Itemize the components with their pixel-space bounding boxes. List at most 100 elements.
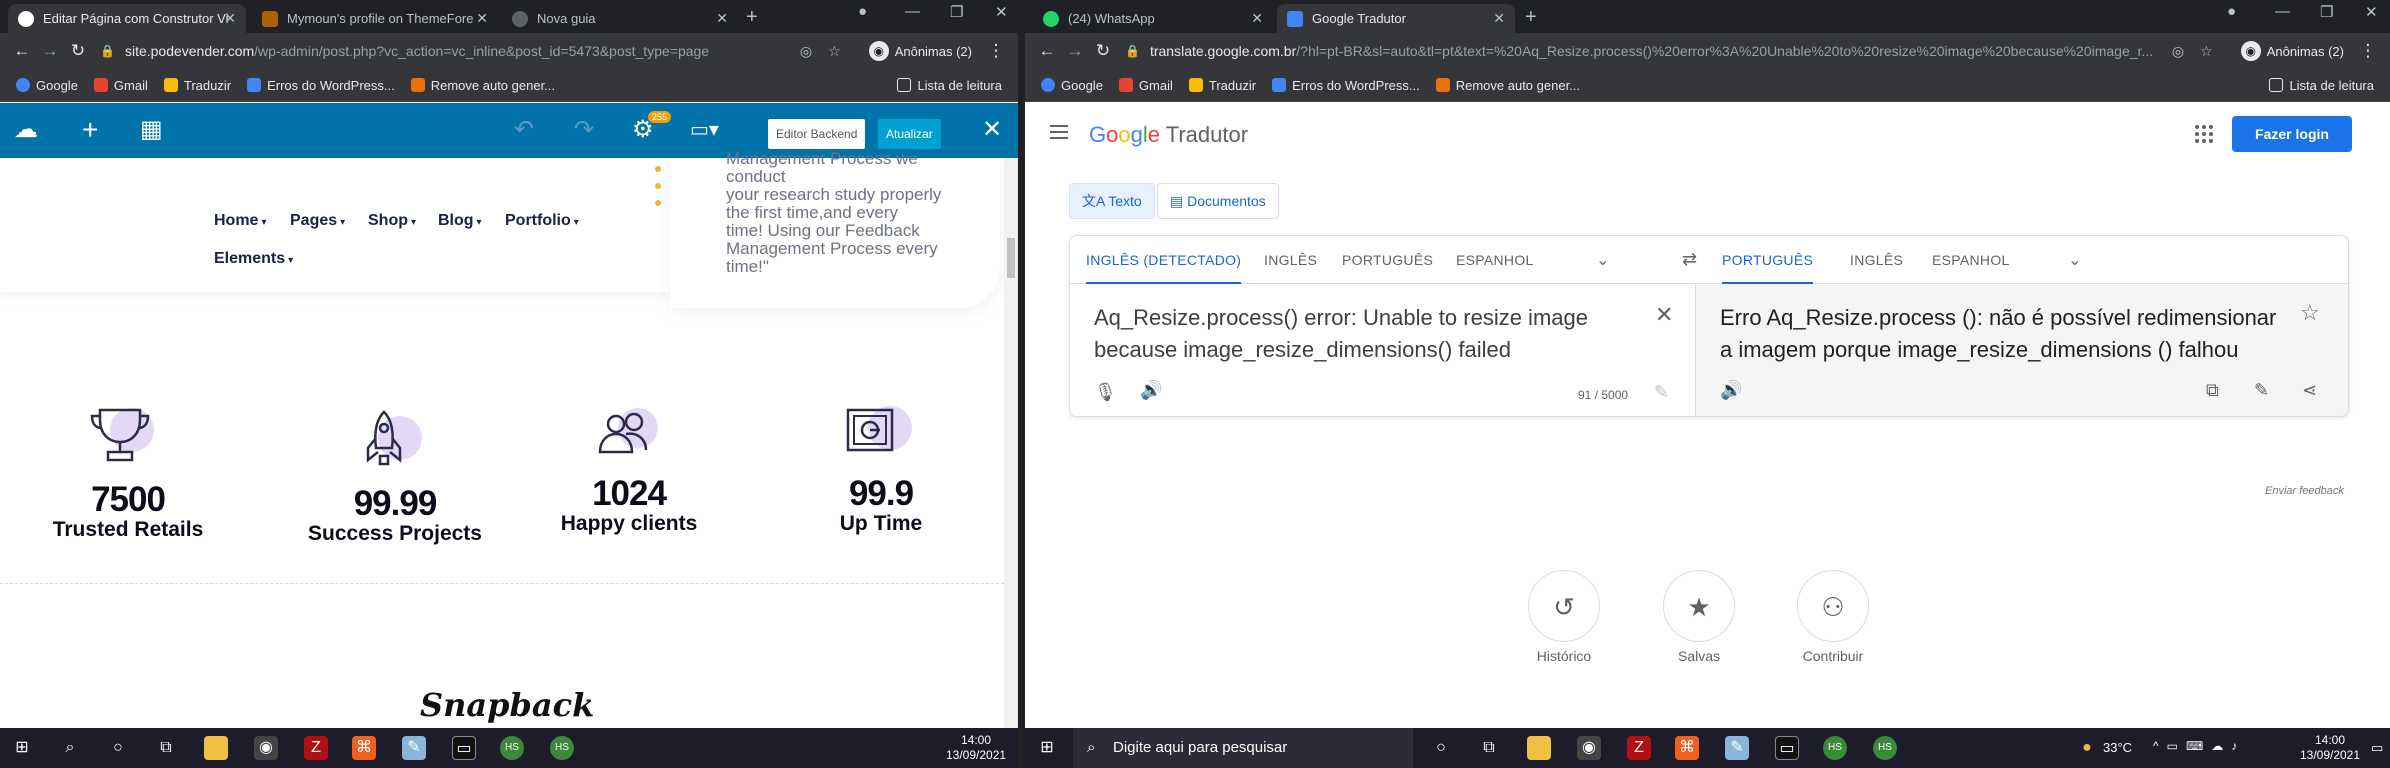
profile-button[interactable]: ◉ Anônimas (2) xyxy=(859,41,982,61)
templates-icon[interactable]: ▦ xyxy=(140,117,163,143)
xampp-icon[interactable]: ⌘ xyxy=(1675,736,1699,760)
close-window-button[interactable]: ✕ xyxy=(2365,3,2378,21)
target-lang-english[interactable]: INGLÊS xyxy=(1850,236,1903,284)
save-translation-star-icon[interactable]: ☆ xyxy=(2300,300,2320,326)
windows-start-icon[interactable]: ⊞ xyxy=(1035,736,1059,760)
google-apps-icon[interactable] xyxy=(2195,125,2213,143)
bookmark-remove-auto[interactable]: Remove auto gener... xyxy=(1435,78,1580,93)
new-tab-button[interactable]: + xyxy=(746,6,758,29)
target-lang-spanish[interactable]: ESPANHOL xyxy=(1932,236,2010,284)
contribute-button[interactable]: ⚇ Contribuir xyxy=(1797,570,1869,664)
editor-backend-button[interactable]: Editor Backend xyxy=(768,119,866,149)
back-button[interactable]: ← xyxy=(8,41,36,61)
menu-home[interactable]: Home ▾ xyxy=(214,212,266,230)
close-editor-icon[interactable]: ✕ xyxy=(982,117,1002,143)
weather-sun-icon[interactable]: ● xyxy=(2075,736,2099,760)
more-menu-icon[interactable]: ⋮ xyxy=(2354,41,2382,61)
address-bar[interactable]: 🔒 translate.google.com.br /?hl=pt-BR&sl=… xyxy=(1125,37,2223,65)
saved-button[interactable]: ★ Salvas xyxy=(1663,570,1735,664)
hs-app-icon-2[interactable]: HS xyxy=(550,736,574,760)
temperature[interactable]: 33°C xyxy=(2103,740,2132,755)
system-tray-icons[interactable]: ^▭⌨☁♪ xyxy=(2153,739,2245,753)
bookmark-google[interactable]: Google xyxy=(16,78,78,93)
minimize-button[interactable]: — xyxy=(905,3,920,20)
responsive-device-icon[interactable]: ▭▾ xyxy=(690,117,719,143)
xampp-icon[interactable]: ⌘ xyxy=(352,736,376,760)
scrollbar-thumb[interactable] xyxy=(1007,238,1015,278)
source-lang-spanish[interactable]: ESPANHOL xyxy=(1456,236,1534,284)
tab-editar-pagina[interactable]: Editar Página com Construtor Vi ✕ xyxy=(8,4,246,33)
source-lang-portuguese[interactable]: PORTUGUÊS xyxy=(1342,236,1433,284)
minimize-button[interactable]: — xyxy=(2275,3,2290,20)
maximize-button[interactable]: ❐ xyxy=(950,3,963,21)
menu-shop[interactable]: Shop ▾ xyxy=(368,212,416,230)
bookmark-remove-auto[interactable]: Remove auto gener... xyxy=(410,78,555,93)
bookmark-star-icon[interactable]: ☆ xyxy=(2200,43,2213,60)
redo-icon[interactable]: ↷ xyxy=(574,117,594,143)
share-icon[interactable]: ⋖ xyxy=(2302,380,2317,401)
add-element-icon[interactable]: + xyxy=(82,116,98,144)
hs-app-icon[interactable]: HS xyxy=(1823,736,1847,760)
filezilla-icon[interactable]: Z xyxy=(1627,736,1651,760)
search-icon[interactable]: ⌕ xyxy=(58,736,82,760)
bookmark-traduzir[interactable]: Traduzir xyxy=(163,78,231,93)
google-translate-logo[interactable]: Google Tradutor xyxy=(1089,122,1248,148)
cortana-icon[interactable]: ○ xyxy=(1429,736,1453,760)
file-explorer-icon[interactable] xyxy=(1527,736,1551,760)
filezilla-icon[interactable]: Z xyxy=(304,736,328,760)
page-scrollbar[interactable] xyxy=(1004,158,1018,728)
menu-portfolio[interactable]: Portfolio ▾ xyxy=(505,212,579,230)
reload-button[interactable]: ↻ xyxy=(1089,41,1117,61)
more-menu-icon[interactable]: ⋮ xyxy=(982,41,1010,61)
windows-start-icon[interactable]: ⊞ xyxy=(10,736,34,760)
terminal-icon[interactable]: ▭ xyxy=(1775,736,1799,760)
undo-icon[interactable]: ↶ xyxy=(514,117,534,143)
hamburger-menu-icon[interactable] xyxy=(1050,125,1068,139)
tab-themeforest[interactable]: Mymoun's profile on ThemeFore ✕ xyxy=(252,4,498,33)
forward-button[interactable]: → xyxy=(36,41,64,61)
new-tab-button[interactable]: + xyxy=(1525,6,1537,29)
login-button[interactable]: Fazer login xyxy=(2232,116,2352,152)
close-tab-icon[interactable]: ✕ xyxy=(716,10,728,27)
update-button[interactable]: Atualizar xyxy=(878,119,941,149)
hs-app-icon-2[interactable]: HS xyxy=(1873,736,1897,760)
source-lang-detected[interactable]: INGLÊS (DETECTADO) xyxy=(1086,236,1242,284)
close-tab-icon[interactable]: ✕ xyxy=(1493,10,1505,27)
incognito-eye-icon[interactable]: ◎ xyxy=(2172,43,2184,60)
chrome-icon[interactable]: ◉ xyxy=(1577,736,1601,760)
reading-list[interactable]: Lista de leitura xyxy=(897,78,1002,93)
task-view-icon[interactable]: ⧉ xyxy=(154,736,178,760)
taskbar-clock[interactable]: 14:00 13/09/2021 xyxy=(946,733,1006,763)
copy-icon[interactable]: ⧉ xyxy=(2206,380,2219,401)
profile-button[interactable]: ◉ Anônimas (2) xyxy=(2231,41,2354,61)
menu-blog[interactable]: Blog ▾ xyxy=(438,212,482,230)
mode-documents-button[interactable]: ▤ Documentos xyxy=(1157,183,1279,219)
file-explorer-icon[interactable] xyxy=(204,736,228,760)
microphone-icon[interactable]: 🎙 xyxy=(1094,382,1117,403)
listen-source-icon[interactable]: 🔊 xyxy=(1140,380,1162,401)
mode-text-button[interactable]: 文A Texto xyxy=(1069,183,1155,219)
swap-languages-icon[interactable]: ⇄ xyxy=(1682,249,1697,270)
profile-menu-icon[interactable]: ● xyxy=(2227,3,2236,20)
edit-translation-icon[interactable]: ✎ xyxy=(2254,380,2269,401)
tab-google-tradutor[interactable]: Google Tradutor ✕ xyxy=(1277,4,1515,33)
clear-source-icon[interactable]: ✕ xyxy=(1655,302,1673,328)
bookmark-gmail[interactable]: Gmail xyxy=(93,78,148,93)
source-lang-more-chevron-icon[interactable]: ⌄ xyxy=(1596,250,1609,270)
cortana-icon[interactable]: ○ xyxy=(106,736,130,760)
notepad-icon[interactable]: ✎ xyxy=(1725,736,1749,760)
address-bar[interactable]: 🔒 site.podevender.com /wp-admin/post.php… xyxy=(100,37,851,65)
close-tab-icon[interactable]: ✕ xyxy=(476,10,488,27)
hs-app-icon[interactable]: HS xyxy=(500,736,524,760)
bookmark-erros-wordpress[interactable]: Erros do WordPress... xyxy=(247,78,395,93)
chrome-icon[interactable]: ◉ xyxy=(254,736,278,760)
tab-nova-guia[interactable]: Nova guia ✕ xyxy=(502,4,738,33)
notepad-icon[interactable]: ✎ xyxy=(402,736,426,760)
close-tab-icon[interactable]: ✕ xyxy=(224,10,236,27)
taskbar-search-box[interactable]: ⌕ Digite aqui para pesquisar xyxy=(1073,728,1413,768)
menu-pages[interactable]: Pages ▾ xyxy=(290,212,345,230)
forward-button[interactable]: → xyxy=(1061,41,1089,61)
maximize-button[interactable]: ❐ xyxy=(2320,3,2333,21)
source-textarea[interactable]: Aq_Resize.process() error: Unable to res… xyxy=(1094,302,1634,366)
reload-button[interactable]: ↻ xyxy=(64,41,92,61)
